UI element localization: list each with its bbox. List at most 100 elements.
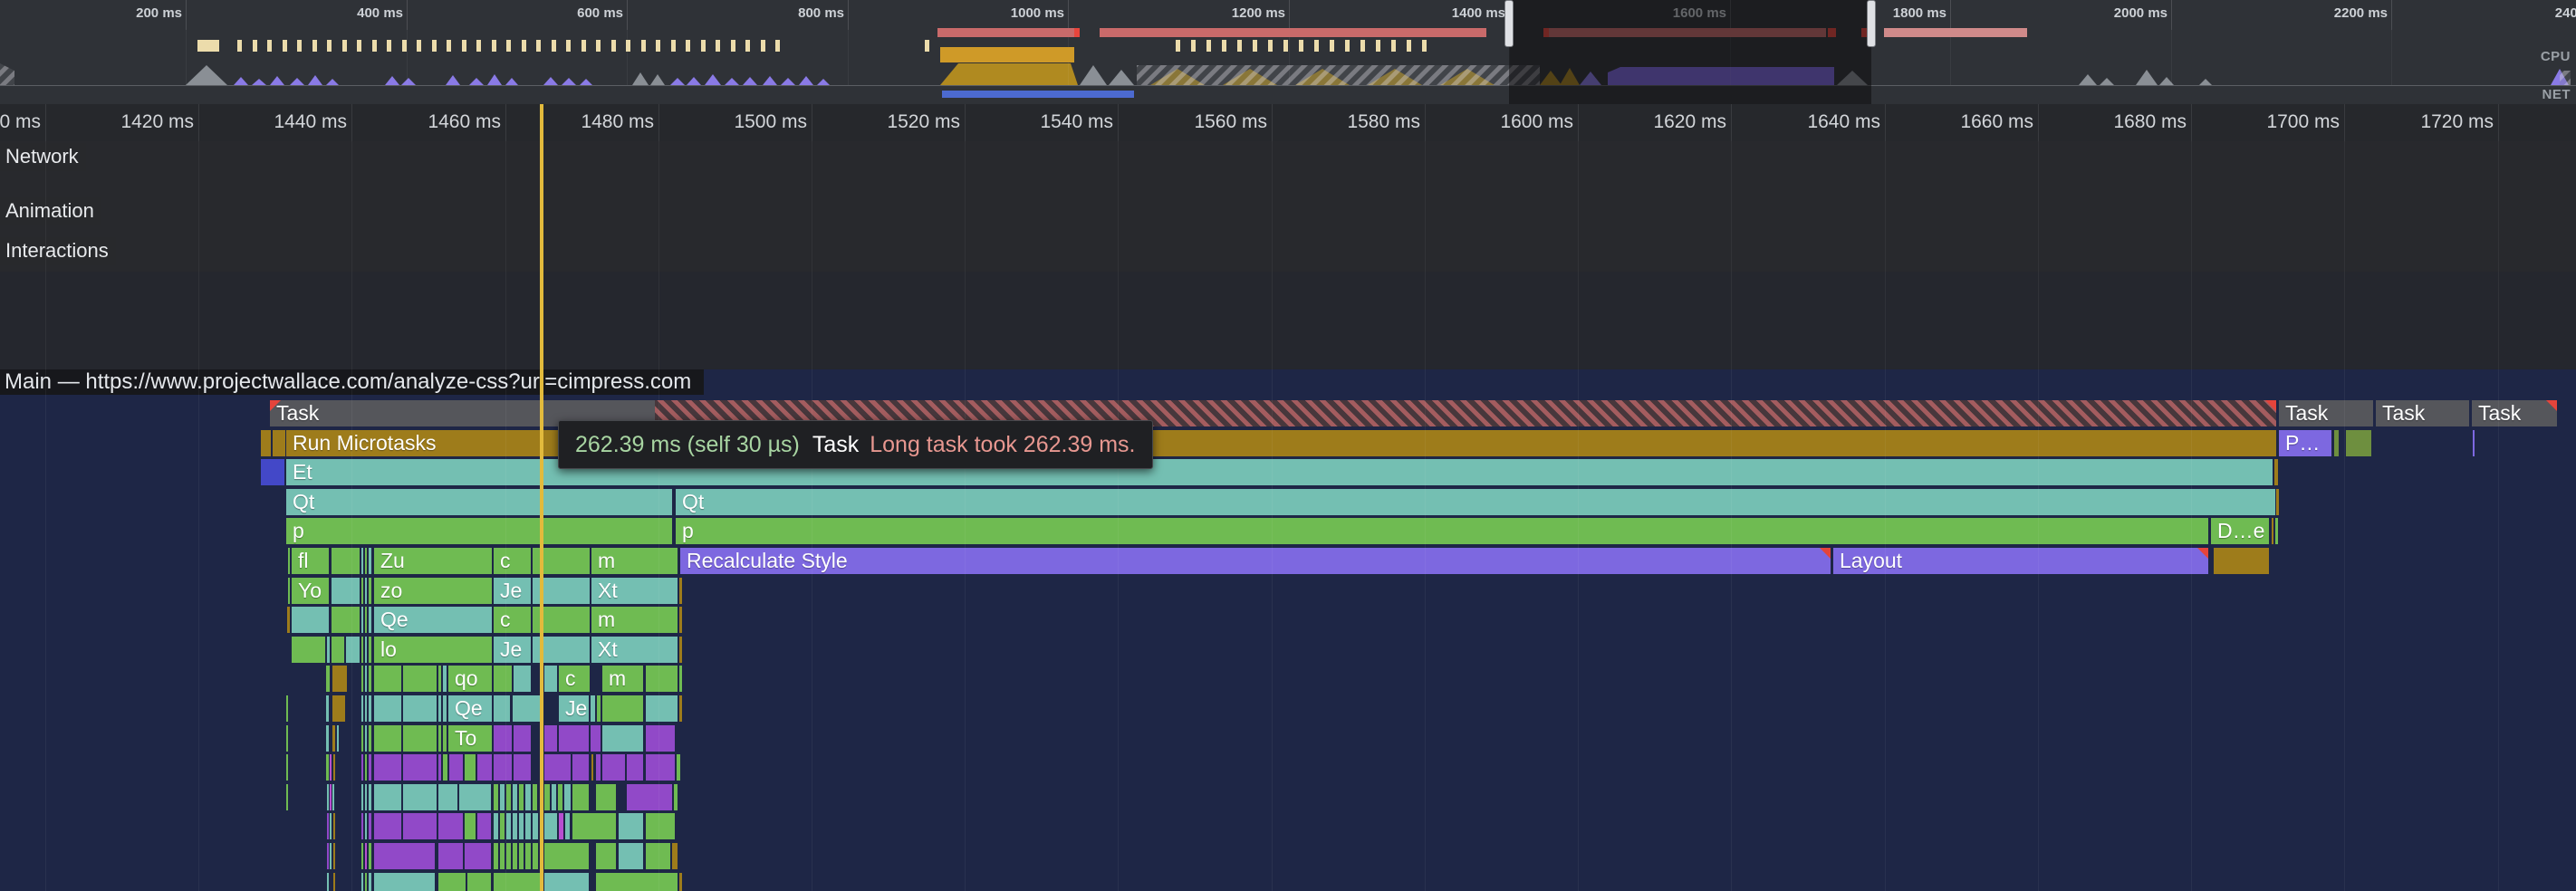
flame-bar[interactable]	[506, 784, 511, 810]
flame-bar[interactable]	[513, 784, 517, 810]
flame-bar[interactable]	[365, 607, 367, 633]
flame-bar[interactable]	[369, 813, 371, 839]
flame-bar[interactable]	[596, 873, 678, 891]
flame-bar[interactable]	[2334, 430, 2339, 456]
flame-bar[interactable]	[627, 754, 643, 781]
flame-bar[interactable]	[564, 784, 571, 810]
playhead-marker[interactable]	[540, 104, 543, 891]
flame-bar[interactable]	[2274, 459, 2278, 485]
flame-bar[interactable]	[506, 843, 511, 869]
flame-bar[interactable]	[506, 813, 511, 839]
flame-bar[interactable]	[403, 666, 437, 692]
flame-bar[interactable]	[679, 578, 682, 604]
flame-bar-zo[interactable]: zo	[374, 578, 492, 604]
flame-bar[interactable]	[369, 666, 371, 692]
flame-bar[interactable]	[361, 873, 363, 891]
flame-bar[interactable]	[596, 754, 601, 781]
flame-bar[interactable]	[519, 843, 524, 869]
flame-bar[interactable]	[332, 578, 360, 604]
flame-bar[interactable]	[374, 695, 401, 722]
flame-bar[interactable]	[544, 813, 557, 839]
flame-bar[interactable]	[346, 637, 360, 663]
flame-bar[interactable]	[361, 637, 363, 663]
flame-bar[interactable]	[374, 813, 401, 839]
flame-bar[interactable]	[597, 695, 601, 722]
main-thread-flamechart[interactable]: TaskTaskTaskTaskRun MicrotasksP…EtQtQtpp…	[0, 369, 2576, 891]
flame-bar[interactable]	[326, 666, 330, 692]
flame-bar[interactable]	[374, 873, 435, 891]
flame-bar[interactable]	[519, 784, 524, 810]
flame-bar[interactable]	[544, 666, 557, 692]
flame-bar[interactable]	[327, 843, 329, 869]
flame-bar[interactable]	[443, 666, 447, 692]
flame-bar[interactable]	[494, 784, 498, 810]
flame-bar[interactable]	[674, 784, 678, 810]
flame-bar[interactable]	[369, 784, 371, 810]
flame-bar[interactable]	[286, 725, 288, 752]
flame-bar[interactable]	[646, 754, 675, 781]
flame-bar[interactable]	[646, 666, 678, 692]
flame-bar-je[interactable]: Je	[559, 695, 589, 722]
flame-bar-qo[interactable]: qo	[448, 666, 492, 692]
flame-bar[interactable]	[369, 637, 371, 663]
window-handle-right[interactable]	[1867, 0, 1876, 47]
flame-bar[interactable]	[330, 784, 332, 810]
track-label-animation[interactable]: Animation	[0, 197, 101, 225]
flame-bar[interactable]	[365, 548, 367, 574]
flame-bar[interactable]	[646, 813, 675, 839]
flame-bar[interactable]	[552, 784, 556, 810]
flame-bar[interactable]	[332, 637, 344, 663]
flame-bar[interactable]	[361, 607, 363, 633]
flame-bar[interactable]	[443, 695, 447, 722]
window-handle-left[interactable]	[1504, 0, 1514, 47]
flame-bar[interactable]	[337, 725, 339, 752]
flame-bar[interactable]	[288, 548, 290, 574]
flame-bar[interactable]	[572, 813, 616, 839]
flame-bar-je[interactable]: Je	[494, 578, 531, 604]
flame-bar[interactable]	[261, 430, 271, 456]
flame-bar[interactable]	[572, 784, 589, 810]
flame-bar[interactable]	[333, 873, 335, 891]
flame-bar[interactable]	[646, 695, 678, 722]
flame-bar-task[interactable]: Task	[2472, 400, 2557, 426]
flame-bar[interactable]	[361, 725, 363, 752]
flame-bar[interactable]	[361, 578, 363, 604]
flame-bar[interactable]	[619, 813, 643, 839]
flame-bar[interactable]	[403, 754, 437, 781]
flame-bar[interactable]	[514, 725, 531, 752]
flame-bar[interactable]	[326, 754, 329, 781]
flame-bar[interactable]	[286, 784, 288, 810]
flame-bar[interactable]	[326, 725, 329, 752]
flame-bar[interactable]	[326, 695, 329, 722]
flame-bar[interactable]	[525, 813, 531, 839]
flame-bar[interactable]	[596, 843, 616, 869]
flame-bar[interactable]	[2272, 518, 2273, 544]
flame-bar[interactable]	[332, 695, 345, 722]
flame-bar[interactable]	[332, 548, 360, 574]
flame-bar[interactable]	[292, 637, 325, 663]
flame-bar[interactable]	[443, 754, 447, 781]
flame-bar[interactable]	[591, 754, 593, 781]
flame-bar-qt[interactable]: Qt	[286, 489, 672, 515]
flame-bar[interactable]	[330, 754, 332, 781]
flame-bar[interactable]	[591, 725, 601, 752]
flame-bar[interactable]	[513, 695, 541, 722]
flame-bar[interactable]	[438, 666, 441, 692]
flame-bar[interactable]	[369, 548, 371, 574]
flame-bar[interactable]	[438, 784, 457, 810]
flame-bar[interactable]	[327, 873, 329, 891]
track-label-interactions[interactable]: Interactions	[0, 237, 116, 265]
flame-bar[interactable]	[286, 754, 288, 781]
flame-bar[interactable]	[544, 754, 571, 781]
track-label-network[interactable]: Network	[0, 143, 86, 171]
flame-bar[interactable]	[332, 607, 360, 633]
flame-bar[interactable]	[403, 695, 437, 722]
flame-bar[interactable]	[533, 784, 537, 810]
flame-bar-m[interactable]: m	[591, 548, 678, 574]
flame-bar[interactable]	[287, 607, 290, 633]
flame-bar[interactable]	[465, 754, 476, 781]
flame-bar[interactable]	[494, 725, 512, 752]
flame-bar[interactable]	[2214, 548, 2269, 574]
flame-bar[interactable]	[273, 430, 285, 456]
flame-bar-zu[interactable]: Zu	[374, 548, 492, 574]
